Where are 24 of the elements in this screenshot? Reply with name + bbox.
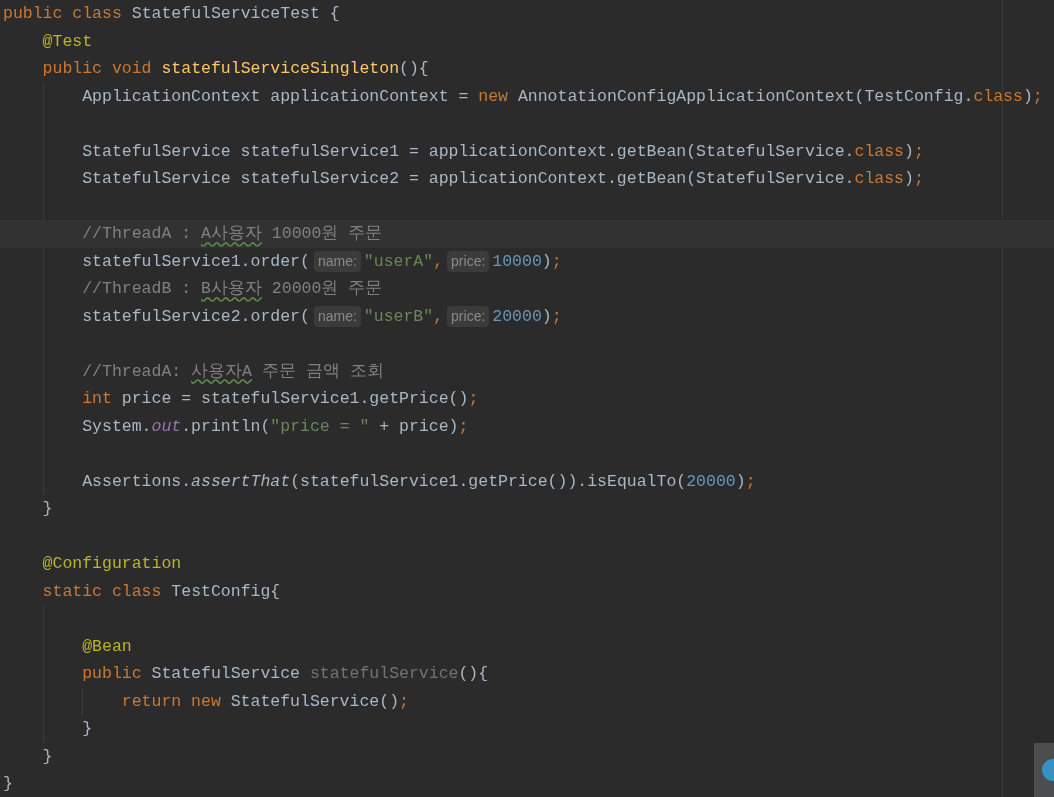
code-line: public StatefulService statefulService(){ [82,663,490,685]
code-line: public class StatefulServiceTest { [3,3,341,25]
code-line: } [3,773,14,795]
code-line: int price = statefulService1.getPrice(); [82,388,480,410]
code-line: public void statefulServiceSingleton(){ [42,58,430,80]
code-line: //ThreadB : B사용자 20000원 주문 [82,278,384,300]
code-line: statefulService1.order( name: "userA", price: 10000); [82,249,563,274]
code-line: return new StatefulService(); [121,690,410,713]
code-line: @Configuration [42,553,183,575]
code-line: static class TestConfig{ [42,580,282,603]
popup-panel[interactable] [1034,743,1054,797]
code-line: StatefulService statefulService1 = applicationContext.getBean(StatefulService.class); [82,140,925,163]
code-line: statefulService2.order( name: "userB", price: 20000); [82,304,563,329]
code-editor[interactable] [0,0,1054,797]
code-line: StatefulService statefulService2 = applicationContext.getBean(StatefulService.class); [82,168,925,190]
code-line: } [42,745,54,768]
code-line: System.out.println("price = " + price); [82,415,470,438]
code-line: } [82,718,94,740]
code-line: @Test [42,30,94,53]
code-line: ApplicationContext applicationContext = new AnnotationConfigApplicationContext(TestConfig.class); [82,85,1044,108]
code-line: @Bean [82,635,133,658]
code-line: } [42,498,54,520]
code-line: Assertions.assertThat(statefulService1.getPrice()).isEqualTo(20000); [82,470,757,493]
code-line: //ThreadA: 사용자A 주문 금액 조회 [82,360,385,383]
